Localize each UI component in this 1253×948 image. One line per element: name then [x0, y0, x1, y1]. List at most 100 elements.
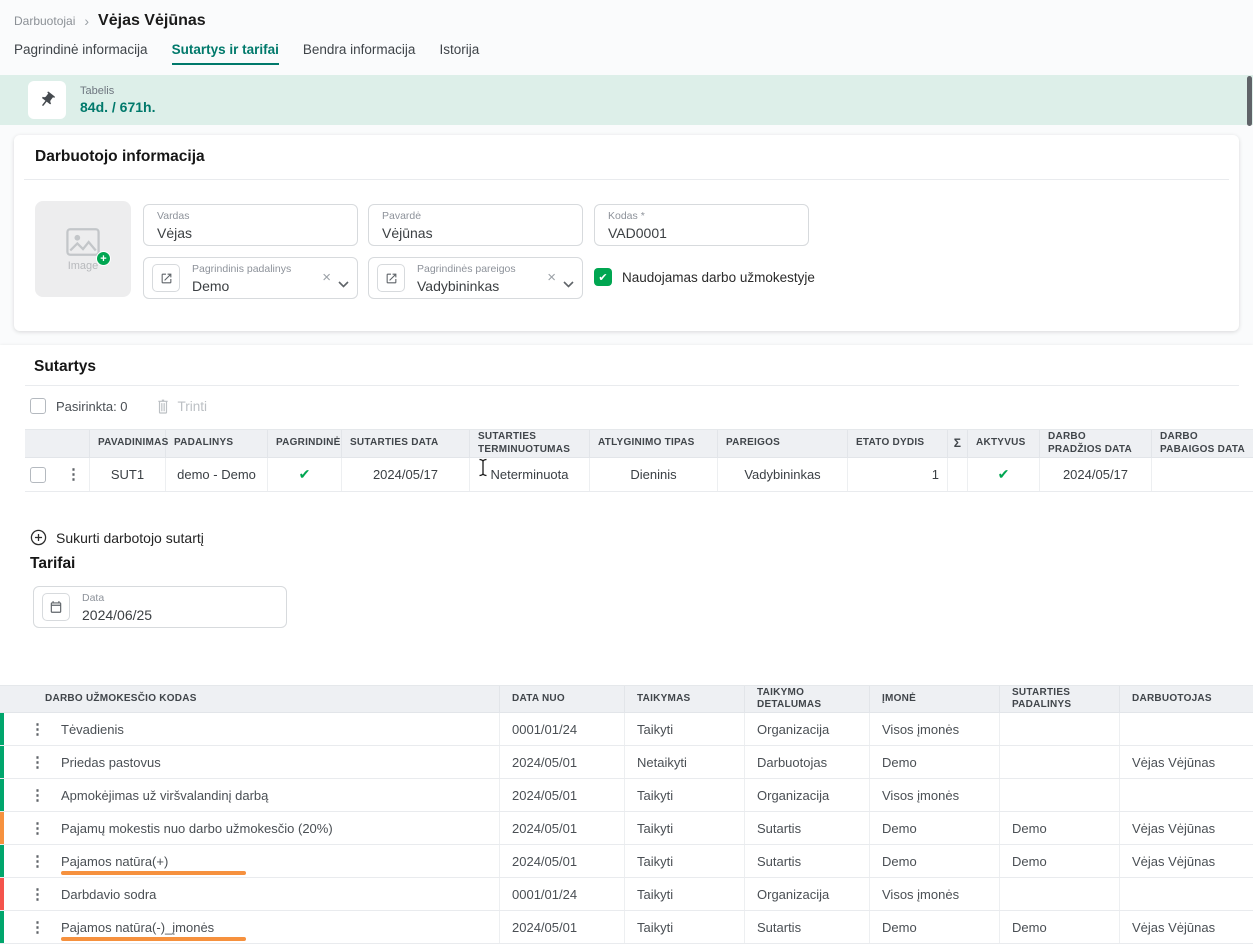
create-contract-button[interactable]: Sukurti darbotojo sutartį [30, 529, 204, 546]
banner-title: Tabelis [80, 85, 155, 98]
row-color-bar [0, 812, 4, 844]
row-checkbox[interactable] [30, 467, 46, 483]
tab-istorija[interactable]: Istorija [439, 42, 479, 65]
cell-imone: Demo [870, 845, 1000, 877]
cell-darbuotojas [1120, 713, 1253, 745]
table-row: ⋮SUT1demo - Demo✔2024/05/17NeterminuotaD… [25, 458, 1253, 492]
tariffs-table-body: ⋮ Tėvadienis 0001/01/24 Taikyti Organizacija… [0, 713, 1253, 944]
header-cell: ETATO DYDIS [848, 430, 948, 457]
cell-darbuotojas [1120, 878, 1253, 910]
field-label: Pagrindinės pareigos [417, 263, 516, 275]
tariff-name: Tėvadienis [61, 722, 124, 737]
cell-etato_dydis: 1 [848, 458, 948, 491]
kebab-menu-icon[interactable]: ⋮ [30, 920, 45, 935]
cell-padalinys: Demo [1000, 845, 1120, 877]
header-cell: ATLYGINIMO TIPAS [590, 430, 718, 457]
table-row: ⋮Darbdavio sodra0001/01/24TaikytiOrganiz… [0, 878, 1253, 911]
tab-bendra-informacija[interactable]: Bendra informacija [303, 42, 416, 65]
row-color-bar [0, 746, 4, 778]
delete-button[interactable]: Trinti [156, 398, 208, 414]
cell-detalumas: Darbuotojas [745, 746, 870, 778]
add-photo-icon[interactable]: + [96, 251, 111, 266]
page-title: Vėjas Vėjūnas [98, 12, 206, 30]
row-color-bar [0, 713, 4, 745]
cell-padalinys [1000, 746, 1120, 778]
tariffs-table-header: DARBO UŽMOKESČIO KODASDATA NUOTAIKYMASTA… [0, 685, 1253, 713]
tab-sutartys-ir-tarifai[interactable]: Sutartys ir tarifai [172, 42, 279, 65]
open-in-new-button[interactable] [152, 264, 180, 292]
cell-sigma [948, 458, 968, 491]
contracts-table-body: ⋮SUT1demo - Demo✔2024/05/17NeterminuotaD… [25, 458, 1253, 492]
table-row: ⋮Priedas pastovus2024/05/01NetaikytiDarb… [0, 746, 1253, 779]
main-position-select[interactable]: Pagrindinės pareigos Vadybininkas × [368, 257, 583, 299]
calendar-button[interactable] [42, 593, 70, 621]
select-all-checkbox[interactable] [30, 398, 46, 414]
field-value: 2024/06/25 [82, 607, 152, 623]
cell-data_nuo: 2024/05/01 [500, 845, 625, 877]
cell-pabaigos_data [1152, 458, 1253, 491]
employee-photo-upload[interactable]: Image + [35, 201, 131, 297]
contracts-controls: Pasirinkta: 0 Trinti [30, 398, 207, 414]
breadcrumb-parent-link[interactable]: Darbuotojai [14, 14, 75, 28]
last-name-field[interactable]: Pavardė Vėjūnas [368, 204, 583, 246]
header-cell: SUTARTIES TERMINUOTUMAS [470, 430, 590, 457]
cell-detalumas: Organizacija [745, 878, 870, 910]
kebab-menu-icon[interactable]: ⋮ [30, 755, 45, 770]
row-color-bar [0, 911, 4, 943]
header-cell: ĮMONĖ [870, 686, 1000, 712]
tab-pagrindinė-informacija[interactable]: Pagrindinė informacija [14, 42, 148, 65]
open-in-new-button[interactable] [377, 264, 405, 292]
kebab-menu-icon[interactable]: ⋮ [30, 854, 45, 869]
header-cell: DARBO PABAIGOS DATA [1152, 430, 1253, 457]
header-cell: PADALINYS [166, 430, 268, 457]
cell-padalinys [1000, 878, 1120, 910]
pin-icon [34, 87, 59, 112]
row-color-bar [0, 878, 4, 910]
cell-imone: Visos įmonės [870, 713, 1000, 745]
payroll-checkbox-row: ✔ Naudojamas darbo užmokestyje [594, 268, 815, 286]
cell-detalumas: Sutartis [745, 845, 870, 877]
first-name-field[interactable]: Vardas Vėjas [143, 204, 358, 246]
clear-icon[interactable]: × [322, 269, 331, 287]
calendar-icon [49, 600, 63, 614]
image-placeholder-label: Image [68, 260, 99, 272]
kebab-menu-icon[interactable]: ⋮ [30, 821, 45, 836]
page: Darbuotojai › Vėjas Vėjūnas Pagrindinė i… [0, 0, 1253, 948]
field-label: Vardas [157, 210, 190, 222]
timesheet-banner: Tabelis 84d. / 671h. [0, 75, 1253, 125]
chevron-down-icon[interactable] [338, 275, 349, 293]
cell-taikymas: Netaikyti [625, 746, 745, 778]
chevron-down-icon[interactable] [563, 275, 574, 293]
kebab-menu-icon[interactable]: ⋮ [66, 467, 81, 482]
code-field[interactable]: Kodas * VAD0001 [594, 204, 809, 246]
employee-info-card: Darbuotojo informacija Image + Vardas Vė… [14, 135, 1239, 331]
kebab-menu-icon[interactable]: ⋮ [30, 887, 45, 902]
header-cell: SUTARTIES DATA [342, 430, 470, 457]
payroll-checkbox[interactable]: ✔ [594, 268, 612, 286]
cell-imone: Demo [870, 911, 1000, 943]
date-field[interactable]: Data 2024/06/25 [33, 586, 287, 628]
open-in-new-icon [385, 272, 398, 285]
scrollbar-thumb[interactable] [1247, 76, 1252, 126]
field-value: Vėjas [157, 225, 192, 241]
kebab-menu-icon[interactable]: ⋮ [30, 722, 45, 737]
cell-darbuotojas: Vėjas Vėjūnas [1120, 845, 1253, 877]
cell-detalumas: Sutartis [745, 812, 870, 844]
delete-button-label: Trinti [178, 399, 208, 414]
clear-icon[interactable]: × [547, 269, 556, 287]
header-cell: TAIKYMAS [625, 686, 745, 712]
header-cell: DARBO UŽMOKESČIO KODAS [0, 686, 500, 712]
check-icon: ✔ [998, 466, 1010, 483]
cell-pareigos: Vadybininkas [718, 458, 848, 491]
kebab-menu-icon[interactable]: ⋮ [30, 788, 45, 803]
cell-pagrindine: ✔ [268, 458, 342, 491]
cell-data_nuo: 2024/05/01 [500, 779, 625, 811]
cell-taikymas: Taikyti [625, 713, 745, 745]
cell-data_nuo: 0001/01/24 [500, 878, 625, 910]
field-value: Vėjūnas [382, 225, 433, 241]
main-department-select[interactable]: Pagrindinis padalinys Demo × [143, 257, 358, 299]
header-cell: PAREIGOS [718, 430, 848, 457]
open-in-new-icon [160, 272, 173, 285]
timesheet-pin-button[interactable] [28, 81, 66, 119]
cell-imone: Visos įmonės [870, 779, 1000, 811]
